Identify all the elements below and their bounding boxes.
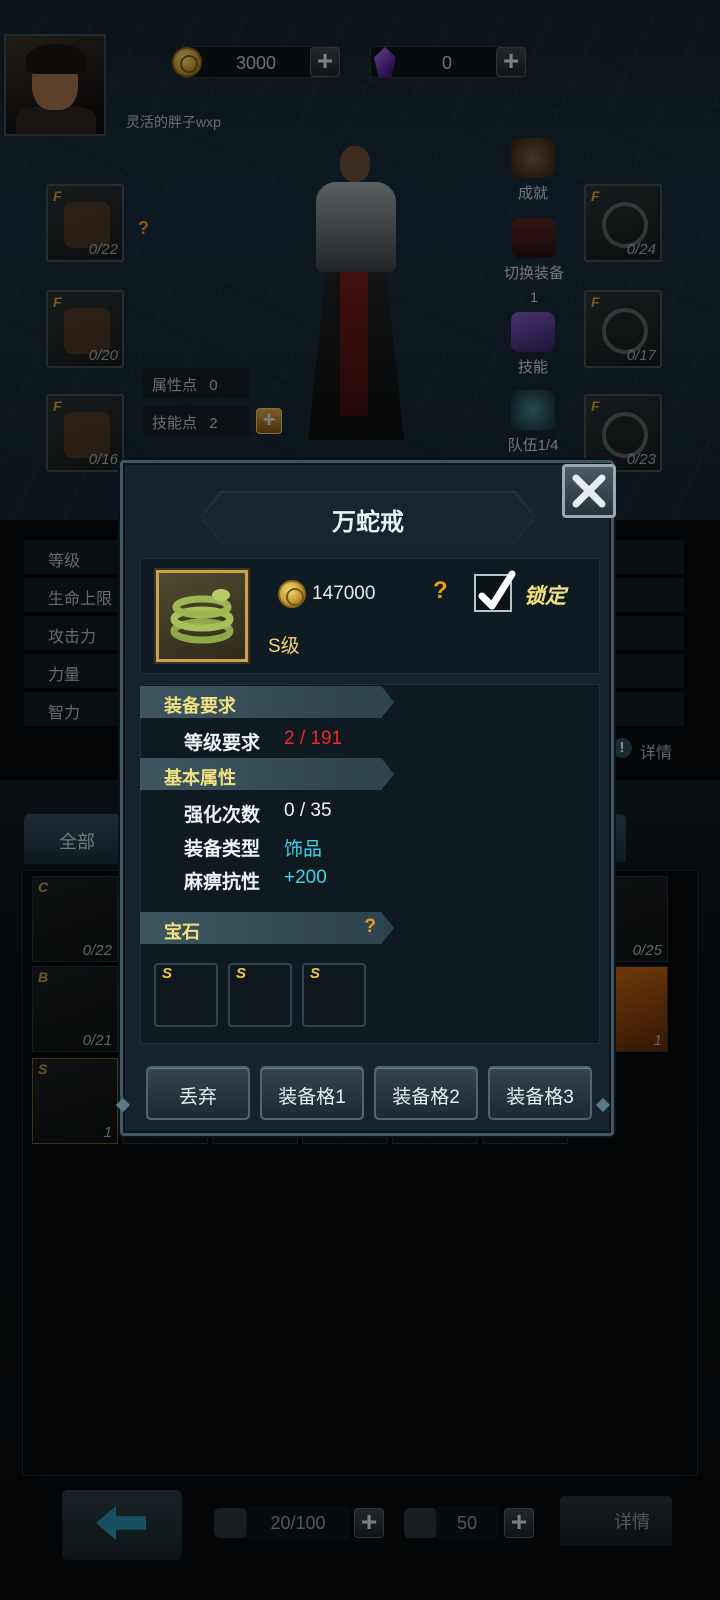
equip-slot-3-button[interactable]: 装备格3 bbox=[488, 1066, 592, 1120]
requirements-header: 装备要求 bbox=[140, 686, 394, 718]
paralysis-resist-label: 麻痹抗性 bbox=[184, 872, 261, 893]
enhance-value: 0 / 35 bbox=[284, 800, 332, 821]
gem-slot-grade: S bbox=[310, 965, 321, 982]
requirements-title: 装备要求 bbox=[164, 696, 236, 716]
basic-attrs-header: 基本属性 bbox=[140, 758, 394, 790]
gem-slot-3[interactable]: S bbox=[302, 963, 366, 1027]
price-help-icon[interactable]: ? bbox=[433, 577, 448, 605]
close-button[interactable] bbox=[562, 464, 616, 518]
equip-slot-2-button[interactable]: 装备格2 bbox=[374, 1066, 478, 1120]
snake-ring-icon bbox=[156, 570, 248, 662]
gems-header: 宝石 ? bbox=[140, 912, 394, 944]
item-grade: S级 bbox=[268, 636, 300, 657]
gold-coin-icon bbox=[278, 580, 306, 608]
equip-type-label: 装备类型 bbox=[184, 839, 261, 860]
lock-checkbox[interactable] bbox=[474, 570, 516, 612]
equip-type-value: 饰品 bbox=[284, 839, 323, 860]
level-req-value: 2 / 191 bbox=[284, 728, 343, 749]
gem-slot-2[interactable]: S bbox=[228, 963, 292, 1027]
equip-slot-1-button[interactable]: 装备格1 bbox=[260, 1066, 364, 1120]
gem-slot-grade: S bbox=[162, 965, 173, 982]
basic-attrs-title: 基本属性 bbox=[164, 768, 236, 788]
gem-slot-1[interactable]: S bbox=[154, 963, 218, 1027]
item-price: 147000 bbox=[312, 583, 376, 604]
item-name-title: 万蛇戒 bbox=[332, 509, 404, 536]
enhance-label: 强化次数 bbox=[184, 805, 261, 826]
level-req-label: 等级要求 bbox=[184, 733, 261, 754]
gems-help-icon[interactable]: ? bbox=[364, 916, 376, 938]
gems-title: 宝石 bbox=[164, 922, 200, 942]
checkmark-icon bbox=[478, 570, 516, 610]
close-icon bbox=[572, 474, 606, 508]
paralysis-resist-value: +200 bbox=[284, 867, 327, 888]
gem-slot-grade: S bbox=[236, 965, 247, 982]
lock-label[interactable]: 锁定 bbox=[524, 580, 566, 610]
discard-button[interactable]: 丢弃 bbox=[146, 1066, 250, 1120]
